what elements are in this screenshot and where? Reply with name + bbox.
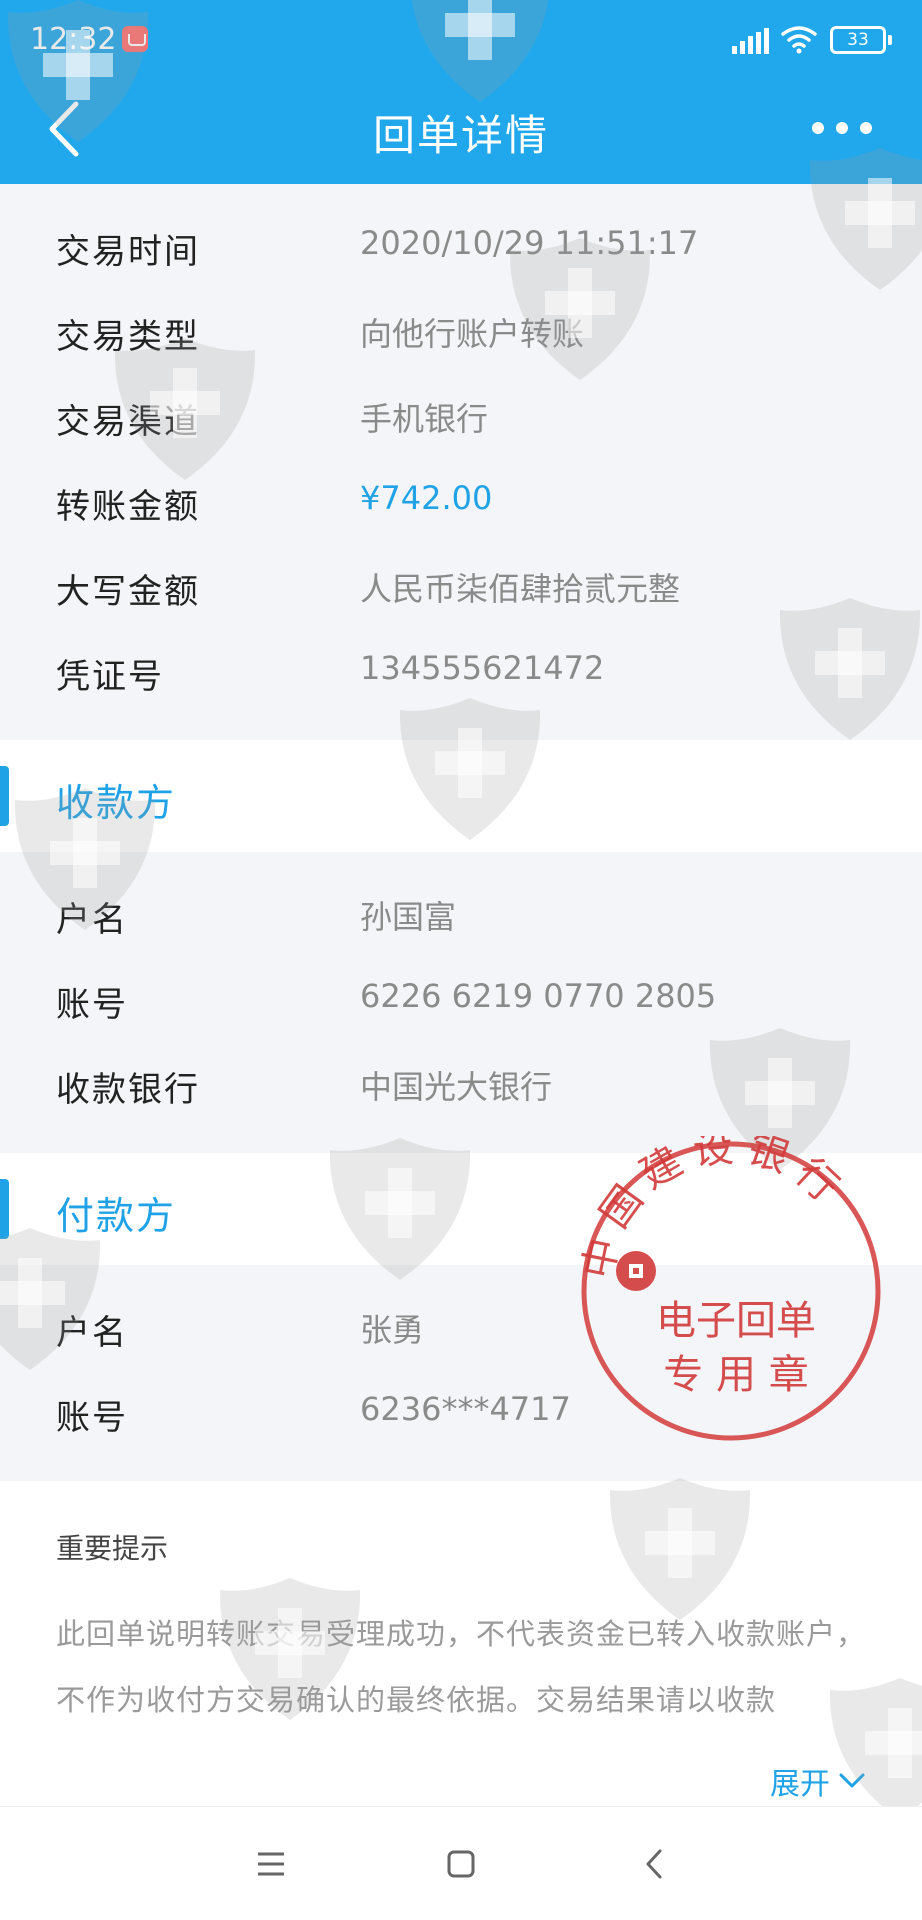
detail-row-type: 交易类型 向他行账户转账: [0, 291, 922, 376]
wifi-icon: [781, 26, 817, 54]
payer-row-name: 户名 张勇: [0, 1287, 922, 1372]
notice-title: 重要提示: [56, 1532, 169, 1565]
section-title: 付款方: [56, 1194, 177, 1238]
detail-row-voucher: 凭证号 134555621472: [0, 631, 922, 716]
detail-row-amount-words: 大写金额 人民币柒佰肆拾贰元整: [0, 546, 922, 631]
detail-row-channel: 交易渠道 手机银行: [0, 376, 922, 461]
row-value: 6236***4717: [360, 1390, 571, 1428]
signal-icon: [732, 28, 772, 54]
app-notification-icon: [122, 26, 148, 52]
row-label: 交易渠道: [56, 402, 200, 442]
payee-row-bank: 收款银行 中国光大银行: [0, 1044, 922, 1129]
row-label: 账号: [56, 985, 128, 1025]
detail-row-amount: 转账金额 ¥742.00: [0, 461, 922, 546]
row-value: 2020/10/29 11:51:17: [360, 224, 699, 262]
page-title: 回单详情: [372, 111, 549, 160]
important-notice: 重要提示 此回单说明转账交易受理成功，不代表资金已转入收款账户，不作为收付方交易…: [0, 1481, 922, 1835]
row-label: 凭证号: [56, 657, 164, 697]
payer-section-header: 付款方: [0, 1153, 922, 1265]
chevron-down-icon: [839, 1773, 865, 1788]
payee-details: 户名 孙国富 账号 6226 6219 0770 2805 收款银行 中国光大银…: [0, 852, 922, 1153]
payer-details: 户名 张勇 账号 6236***4717: [0, 1265, 922, 1481]
section-accent-bar: [0, 1179, 9, 1239]
detail-row-time: 交易时间 2020/10/29 11:51:17: [0, 206, 922, 291]
transfer-amount: ¥742.00: [360, 479, 493, 517]
menu-icon: [258, 1852, 284, 1876]
home-square-icon: [447, 1850, 475, 1878]
expand-button[interactable]: 展开: [770, 1759, 866, 1803]
row-label: 交易时间: [56, 232, 200, 272]
row-value: 张勇: [360, 1311, 425, 1349]
row-value: 中国光大银行: [360, 1068, 553, 1106]
payee-row-name: 户名 孙国富: [0, 874, 922, 959]
row-label: 交易类型: [56, 317, 200, 357]
row-value: 人民币柒佰肆拾贰元整: [360, 570, 681, 608]
more-dot-icon: [860, 122, 872, 134]
transaction-details: 交易时间 2020/10/29 11:51:17 交易类型 向他行账户转账 交易…: [0, 184, 922, 740]
payee-row-account: 账号 6226 6219 0770 2805: [0, 959, 922, 1044]
row-value: 向他行账户转账: [360, 315, 585, 353]
payer-row-account: 账号 6236***4717: [0, 1372, 922, 1457]
more-button[interactable]: [802, 98, 882, 158]
status-time: 12:32: [30, 22, 117, 57]
nav-back-button[interactable]: [630, 1839, 680, 1889]
row-value: 手机银行: [360, 400, 489, 438]
more-dot-icon: [812, 122, 824, 134]
home-button[interactable]: [436, 1839, 486, 1889]
row-label: 账号: [56, 1398, 128, 1438]
notice-body: 此回单说明转账交易受理成功，不代表资金已转入收款账户，不作为收付方交易确认的最终…: [56, 1617, 866, 1717]
back-icon: [646, 1849, 662, 1879]
row-label: 大写金额: [56, 572, 200, 612]
status-bar: 12:32 33: [0, 0, 922, 80]
battery-icon: 33: [830, 26, 892, 54]
menu-button[interactable]: [246, 1839, 296, 1889]
receipt-content: 交易时间 2020/10/29 11:51:17 交易类型 向他行账户转账 交易…: [0, 184, 922, 1835]
section-title: 收款方: [56, 781, 177, 825]
payee-section-header: 收款方: [0, 740, 922, 852]
section-accent-bar: [0, 766, 9, 826]
row-label: 户名: [56, 900, 128, 940]
row-value: 孙国富: [360, 898, 457, 936]
row-label: 户名: [56, 1313, 128, 1353]
row-label: 转账金额: [56, 487, 200, 527]
row-label: 收款银行: [56, 1070, 200, 1110]
more-dot-icon: [836, 122, 848, 134]
expand-label: 展开: [770, 1767, 830, 1802]
header: 12:32 33 回单详情: [0, 0, 922, 184]
app-bar: 回单详情: [0, 80, 922, 184]
row-value: 6226 6219 0770 2805: [360, 977, 717, 1015]
row-value: 134555621472: [360, 649, 605, 687]
system-nav-bar: [0, 1806, 922, 1920]
